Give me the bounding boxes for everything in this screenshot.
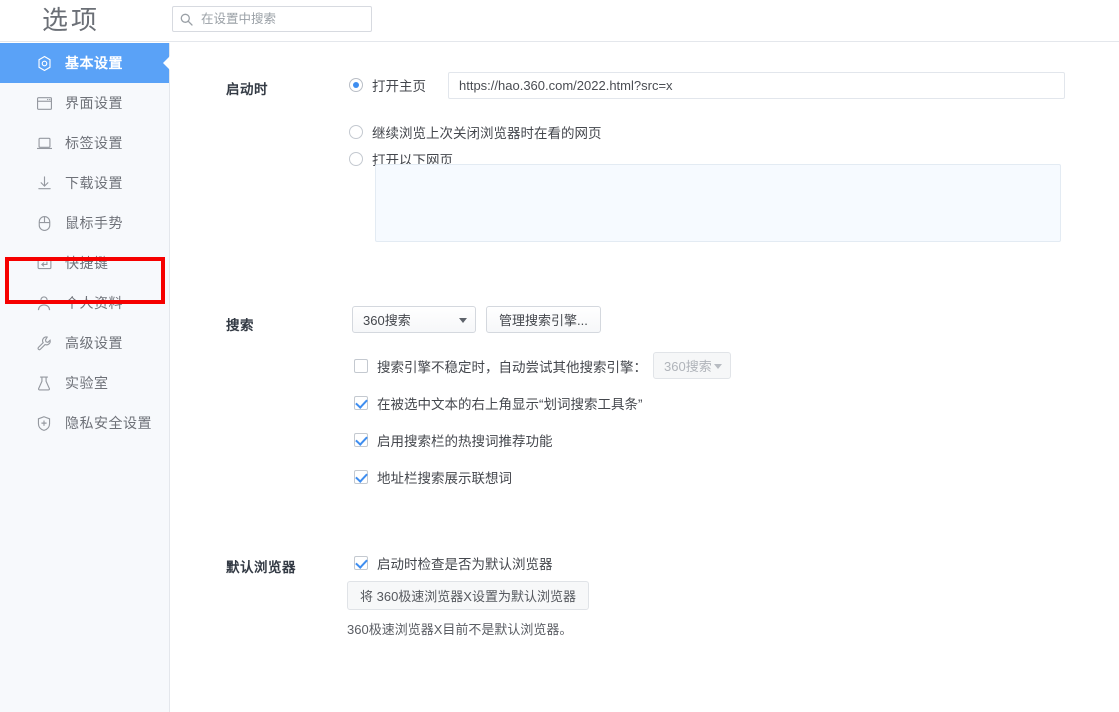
radio-restore-session[interactable]: [349, 125, 363, 139]
download-icon: [34, 173, 54, 193]
settings-content: 启动时 打开主页 继续浏览上次关闭浏览器时在看的网页 打开以下网页 搜索 360…: [171, 43, 1119, 712]
startup-option-homepage[interactable]: 打开主页: [349, 75, 426, 95]
checkbox-selection-toolbar[interactable]: [354, 396, 368, 410]
checkbox-check-default-on-startup[interactable]: [354, 556, 368, 570]
checkbox-label: 启用搜索栏的热搜词推荐功能: [377, 434, 553, 449]
default-browser-section: 默认浏览器 启动时检查是否为默认浏览器 将 360极速浏览器X设置为默认浏览器 …: [171, 543, 1119, 683]
sidebar-item-profile[interactable]: 个人资料: [0, 283, 169, 323]
sidebar-item-label: 快捷键: [65, 255, 109, 271]
sidebar-item-privacy-security[interactable]: 隐私安全设置: [0, 403, 169, 443]
checkbox-row-check-default[interactable]: 启动时检查是否为默认浏览器: [354, 553, 553, 573]
checkbox-row-selection-toolbar[interactable]: 在被选中文本的右上角显示“划词搜索工具条”: [354, 393, 643, 413]
radio-open-pages[interactable]: [349, 152, 363, 166]
fallback-engine-label: 搜索引擎不稳定时，自动尝试其他搜索引擎：: [377, 359, 647, 375]
startup-pages-textarea[interactable]: [375, 164, 1061, 242]
search-input[interactable]: [199, 7, 367, 31]
sidebar-item-mouse-gestures[interactable]: 鼠标手势: [0, 203, 169, 243]
sidebar-item-interface-settings[interactable]: 界面设置: [0, 83, 169, 123]
checkbox-label: 在被选中文本的右上角显示“划词搜索工具条”: [377, 397, 643, 412]
fallback-engine-select: 360搜索: [653, 352, 731, 379]
checkbox-row-hot-words[interactable]: 启用搜索栏的热搜词推荐功能: [354, 430, 553, 450]
checkbox-address-suggestions[interactable]: [354, 470, 368, 484]
search-engine-value: 360搜索: [363, 313, 411, 328]
page-title: 选项: [42, 5, 101, 35]
default-browser-status-note: 360极速浏览器X目前不是默认浏览器。: [347, 622, 573, 637]
user-icon: [34, 293, 54, 313]
title-bar: 选项: [0, 0, 1119, 42]
checkbox-row-address-suggestions[interactable]: 地址栏搜索展示联想词: [354, 467, 512, 487]
manage-button-label: 管理搜索引擎...: [499, 313, 588, 328]
sidebar-item-label: 高级设置: [65, 335, 123, 351]
sidebar-item-label: 隐私安全设置: [65, 415, 152, 431]
sidebar-item-label: 界面设置: [65, 95, 123, 111]
checkbox-label: 启动时检查是否为默认浏览器: [377, 557, 553, 572]
flask-icon: [34, 373, 54, 393]
set-default-browser-button[interactable]: 将 360极速浏览器X设置为默认浏览器: [347, 581, 589, 610]
sidebar: 基本设置 界面设置 标签设置 下载设置 鼠标手势 快捷键 个人资料 高级设置 实…: [0, 43, 170, 712]
sidebar-item-label: 鼠标手势: [65, 215, 123, 231]
gear-target-icon: [34, 53, 54, 73]
keyboard-icon: [34, 253, 54, 273]
checkbox-label: 地址栏搜索展示联想词: [377, 471, 512, 486]
shield-plus-icon: [34, 413, 54, 433]
sidebar-item-download-settings[interactable]: 下载设置: [0, 163, 169, 203]
sidebar-item-label: 基本设置: [65, 55, 123, 71]
chevron-down-icon: [459, 317, 467, 323]
startup-label: 启动时: [226, 82, 268, 97]
set-default-button-label: 将 360极速浏览器X设置为默认浏览器: [360, 589, 576, 604]
search-icon: [180, 13, 193, 26]
checkbox-fallback-engine[interactable]: [354, 358, 368, 373]
sidebar-item-lab[interactable]: 实验室: [0, 363, 169, 403]
radio-open-homepage[interactable]: [349, 78, 363, 92]
radio-label: 继续浏览上次关闭浏览器时在看的网页: [372, 126, 602, 141]
radio-label: 打开主页: [372, 79, 426, 94]
checkbox-hot-words[interactable]: [354, 433, 368, 447]
fallback-engine-value: 360搜索: [664, 359, 712, 374]
homepage-url-input[interactable]: [448, 72, 1065, 99]
search-section-label: 搜索: [226, 318, 254, 333]
startup-section: 启动时 打开主页 继续浏览上次关闭浏览器时在看的网页 打开以下网页: [171, 43, 1119, 273]
mouse-icon: [34, 213, 54, 233]
manage-search-engines-button[interactable]: 管理搜索引擎...: [486, 306, 601, 333]
default-browser-label: 默认浏览器: [226, 560, 296, 575]
tab-icon: [34, 133, 54, 153]
sidebar-item-tab-settings[interactable]: 标签设置: [0, 123, 169, 163]
wrench-icon: [34, 333, 54, 353]
sidebar-item-shortcuts[interactable]: 快捷键: [0, 243, 169, 283]
fallback-engine-row[interactable]: 搜索引擎不稳定时，自动尝试其他搜索引擎： 360搜索: [354, 352, 731, 379]
window-icon: [34, 93, 54, 113]
settings-search-box[interactable]: [172, 6, 372, 32]
sidebar-item-label: 标签设置: [65, 135, 123, 151]
search-engine-select[interactable]: 360搜索: [352, 306, 476, 333]
sidebar-item-label: 个人资料: [65, 295, 123, 311]
sidebar-item-label: 实验室: [65, 375, 109, 391]
chevron-down-icon: [714, 363, 722, 369]
sidebar-item-label: 下载设置: [65, 175, 123, 191]
sidebar-item-basic-settings[interactable]: 基本设置: [0, 43, 170, 83]
startup-option-restore-session[interactable]: 继续浏览上次关闭浏览器时在看的网页: [349, 122, 602, 142]
sidebar-item-advanced-settings[interactable]: 高级设置: [0, 323, 169, 363]
search-section: 搜索 360搜索 管理搜索引擎... 搜索引擎不稳定时，自动尝试其他搜索引擎： …: [171, 298, 1119, 548]
